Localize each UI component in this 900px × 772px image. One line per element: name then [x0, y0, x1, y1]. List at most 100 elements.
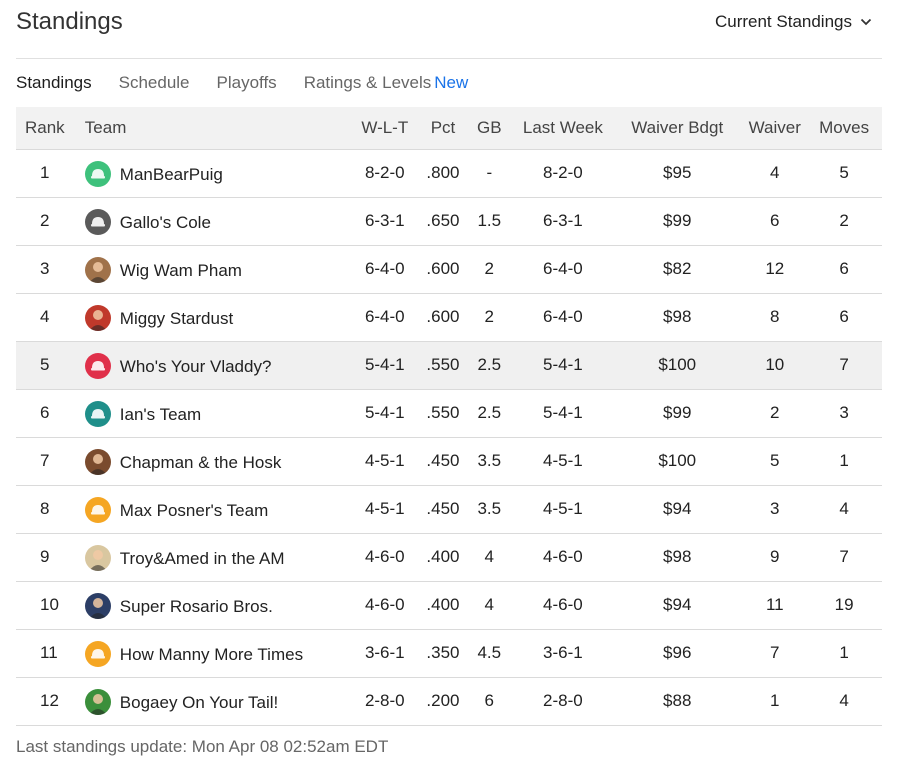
wlt-cell: 6-3-1	[364, 211, 405, 230]
team-link[interactable]: Wig Wam Pham	[84, 256, 348, 283]
gb-cell: 2	[484, 259, 495, 278]
team-link[interactable]: Max Posner's Team	[84, 496, 348, 523]
team-link[interactable]: Chapman & the Hosk	[84, 448, 348, 475]
waiver-cell: 4	[770, 163, 780, 182]
team-cell: Troy&Amed in the AM	[84, 533, 348, 581]
team-link[interactable]: Who's Your Vladdy?	[84, 352, 348, 379]
rank-cell: 2	[40, 211, 50, 230]
gb-cell: 2.5	[477, 403, 502, 422]
waiver-bdgt-cell: $98	[663, 547, 692, 566]
moves-cell: 6	[839, 307, 849, 326]
team-link[interactable]: ManBearPuig	[84, 160, 348, 187]
column-header-last-week[interactable]: Last Week	[515, 107, 611, 149]
tab-standings[interactable]: Standings	[16, 73, 92, 93]
rank-cell: 10	[40, 595, 59, 614]
pct-cell: .600	[426, 259, 460, 278]
rank-cell: 1	[40, 163, 50, 182]
table-row: 8 Max Posner's Team 4-5-1 .450 3.5 4-5-1 $94 3 4	[16, 485, 882, 533]
team-avatar-photo-icon	[84, 689, 111, 715]
waiver-bdgt-cell: $100	[658, 451, 697, 470]
team-avatar-cap-icon	[84, 209, 111, 235]
gb-cell: 3.5	[477, 499, 502, 518]
column-header-moves[interactable]: Moves	[806, 107, 882, 149]
pct-cell: .200	[426, 691, 460, 710]
team-name: Troy&Amed in the AM	[119, 549, 285, 568]
pct-cell: .600	[426, 307, 460, 326]
tab-ratings-levels[interactable]: Ratings & Levels New	[304, 73, 469, 93]
wlt-cell: 3-6-1	[364, 643, 405, 662]
rank-cell: 6	[40, 403, 50, 422]
gb-cell: 4	[484, 595, 495, 614]
last-week-cell: 6-3-1	[543, 211, 583, 230]
table-row: 5 Who's Your Vladdy? 5-4-1 .550 2.5 5-4-1 $100…	[16, 341, 882, 389]
page-title: Standings	[16, 8, 123, 35]
team-avatar-cap-icon	[84, 641, 111, 667]
tab-playoffs[interactable]: Playoffs	[217, 73, 277, 93]
chevron-down-icon	[860, 18, 872, 26]
wlt-cell: 4-6-0	[364, 547, 405, 566]
moves-cell: 4	[839, 499, 849, 518]
column-header-rank[interactable]: Rank	[16, 107, 85, 149]
pct-cell: .400	[426, 595, 460, 614]
table-header-row: Rank Team W-L-T Pct GB Last Week Waiver …	[16, 107, 882, 149]
last-week-cell: 4-5-1	[543, 451, 583, 470]
moves-cell: 7	[839, 355, 849, 374]
tab-label: Standings	[16, 73, 92, 92]
table-row: 3 Wig Wam Pham 6-4-0 .600 2 6-4-0 $82 12 6	[16, 245, 882, 293]
moves-cell: 2	[839, 211, 849, 230]
wlt-cell: 4-5-1	[364, 499, 405, 518]
last-week-cell: 5-4-1	[543, 355, 583, 374]
moves-cell: 1	[839, 643, 849, 662]
last-week-cell: 5-4-1	[543, 403, 583, 422]
column-header-team[interactable]: Team	[85, 107, 348, 149]
column-header-gb[interactable]: GB	[464, 107, 515, 149]
pct-cell: .800	[426, 163, 460, 182]
column-header-wlt[interactable]: W-L-T	[348, 107, 422, 149]
team-link[interactable]: Miggy Stardust	[84, 304, 348, 331]
last-week-cell: 4-6-0	[543, 547, 583, 566]
standings-view-dropdown[interactable]: Current Standings	[715, 12, 872, 32]
tab-schedule[interactable]: Schedule	[119, 73, 190, 93]
waiver-bdgt-cell: $99	[663, 403, 692, 422]
team-link[interactable]: Ian's Team	[84, 400, 348, 427]
last-week-cell: 6-4-0	[543, 307, 583, 326]
pct-cell: .550	[426, 355, 460, 374]
waiver-cell: 5	[770, 451, 780, 470]
wlt-cell: 4-5-1	[364, 451, 405, 470]
moves-cell: 1	[839, 451, 849, 470]
table-row: 10 Super Rosario Bros. 4-6-0 .400 4 4-6-0 $94 1…	[16, 581, 882, 629]
tab-label: Playoffs	[216, 73, 277, 92]
table-row: 2 Gallo's Cole 6-3-1 .650 1.5 6-3-1 $99 6 2	[16, 197, 882, 245]
last-week-cell: 2-8-0	[543, 691, 583, 710]
column-header-waiver[interactable]: Waiver	[743, 107, 806, 149]
rank-cell: 8	[40, 499, 50, 518]
waiver-cell: 1	[770, 691, 780, 710]
team-name: Max Posner's Team	[119, 501, 269, 520]
column-header-waiver-budget[interactable]: Waiver Bdgt	[611, 107, 743, 149]
table-row: 11 How Manny More Times 3-6-1 .350 4.5 3-6-1 $…	[16, 629, 882, 677]
team-link[interactable]: How Manny More Times	[84, 640, 348, 667]
waiver-cell: 11	[765, 595, 784, 614]
team-cell: Chapman & the Hosk	[84, 437, 348, 485]
dropdown-label: Current Standings	[714, 12, 852, 31]
rank-cell: 9	[40, 547, 50, 566]
waiver-cell: 8	[770, 307, 780, 326]
team-cell: ManBearPuig	[84, 149, 348, 197]
team-cell: Max Posner's Team	[84, 485, 348, 533]
rank-cell: 12	[40, 691, 59, 710]
team-link[interactable]: Troy&Amed in the AM	[84, 544, 348, 571]
rank-cell: 11	[40, 643, 58, 662]
team-cell: Bogaey On Your Tail!	[84, 677, 348, 725]
pct-cell: .450	[426, 499, 460, 518]
team-link[interactable]: Gallo's Cole	[84, 208, 348, 235]
standings-table: Rank Team W-L-T Pct GB Last Week Waiver …	[16, 107, 882, 726]
waiver-cell: 2	[770, 403, 780, 422]
last-week-cell: 6-4-0	[543, 259, 583, 278]
moves-cell: 5	[839, 163, 849, 182]
gb-cell: 3.5	[477, 451, 502, 470]
team-link[interactable]: Bogaey On Your Tail!	[84, 688, 348, 715]
team-link[interactable]: Super Rosario Bros.	[84, 592, 348, 619]
column-header-pct[interactable]: Pct	[422, 107, 464, 149]
last-week-cell: 3-6-1	[543, 643, 583, 662]
pct-cell: .400	[426, 547, 460, 566]
